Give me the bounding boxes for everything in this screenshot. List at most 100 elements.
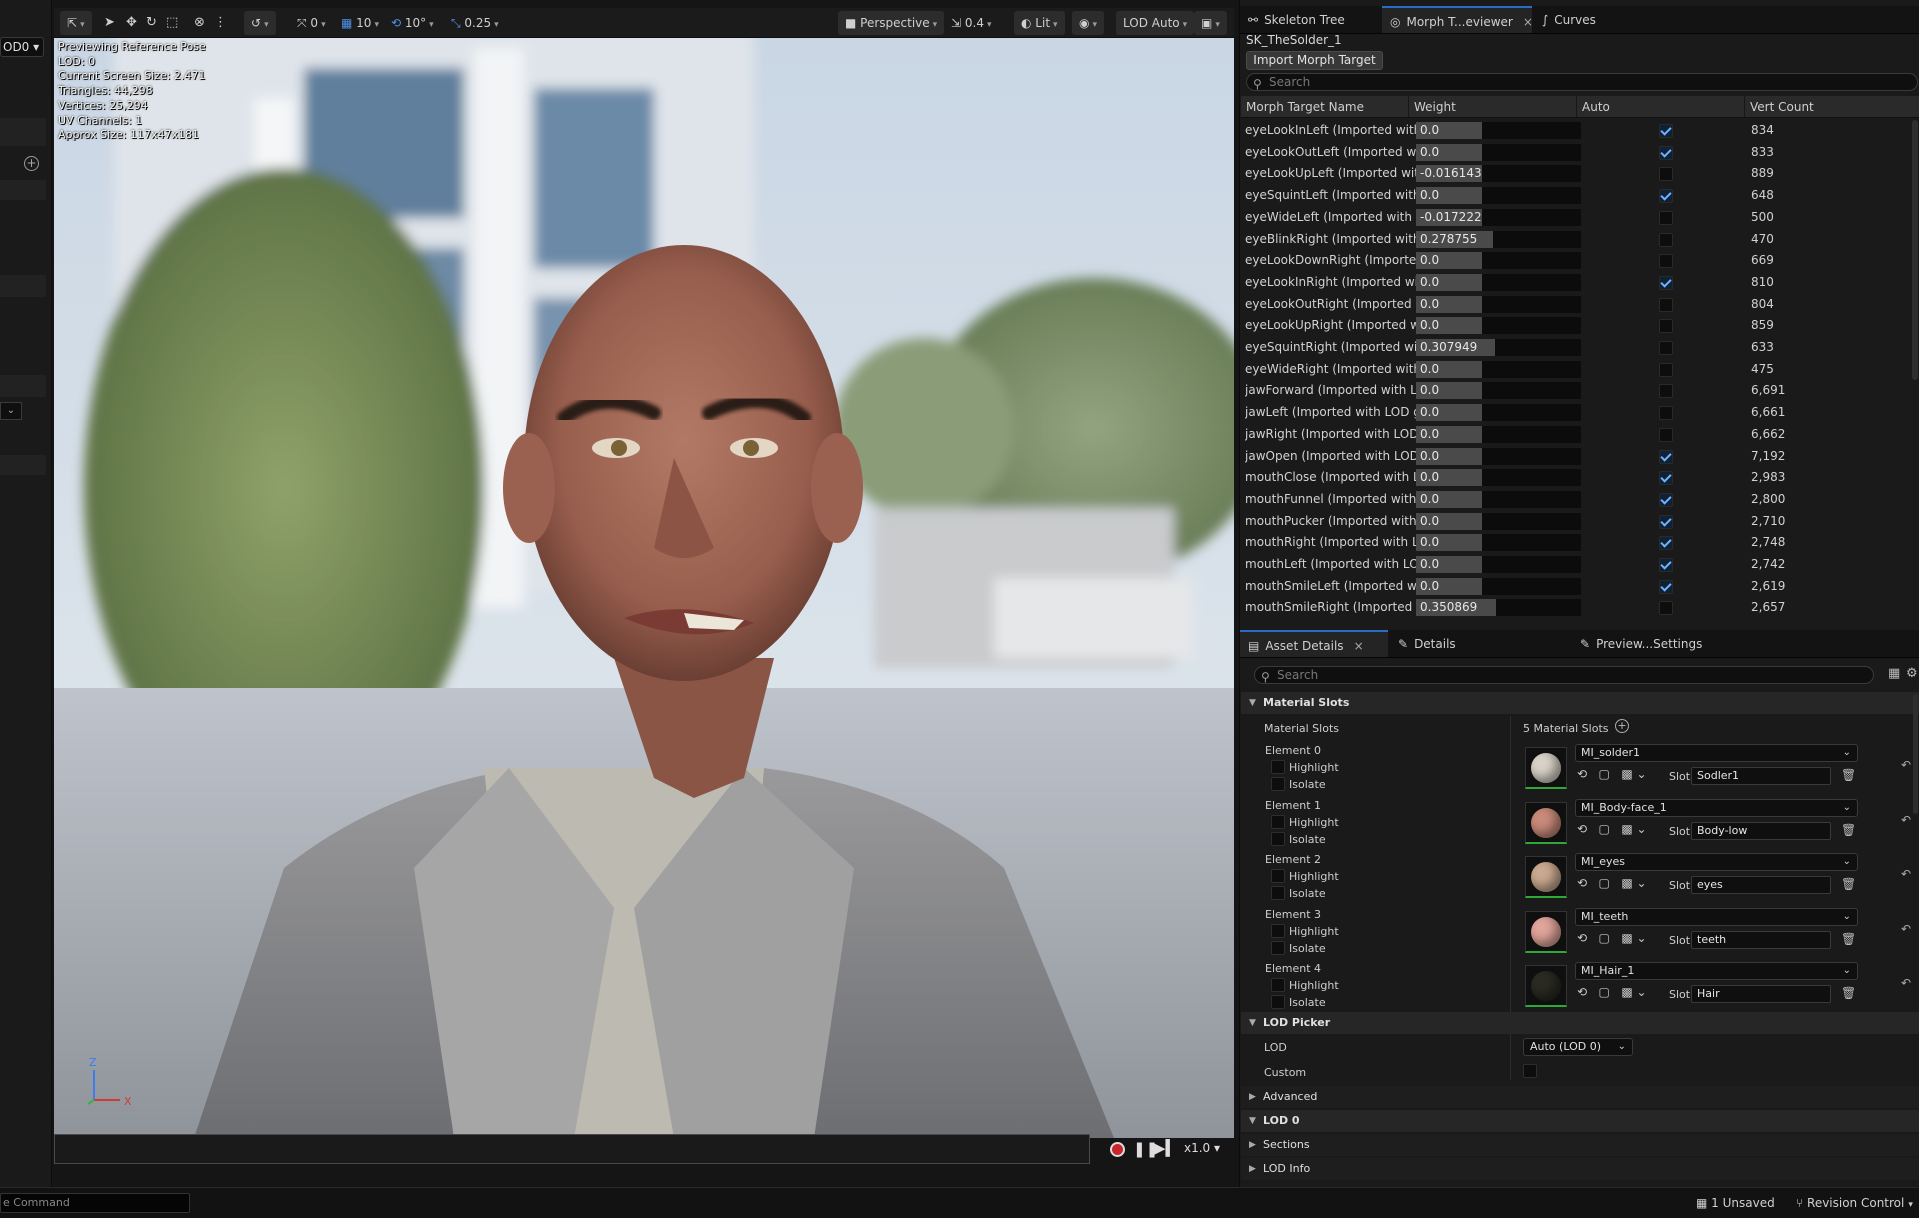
- morph-weight-slider[interactable]: -0.016143: [1416, 165, 1581, 183]
- tab-details[interactable]: ✎ Details: [1390, 630, 1530, 657]
- lod-dropdown[interactable]: OD0 ▾: [0, 37, 44, 57]
- isolate-checkbox[interactable]: [1271, 886, 1285, 900]
- use-selected-icon[interactable]: ⟲: [1577, 985, 1587, 999]
- material-thumbnail[interactable]: [1525, 856, 1567, 898]
- lod0-section-header[interactable]: ▼ LOD 0: [1241, 1110, 1919, 1132]
- morph-row[interactable]: eyeLookDownRight (Imported with LOD geom…: [1241, 250, 1919, 272]
- translate-snap-button[interactable]: ⤧ 0 ▾: [290, 11, 333, 35]
- auto-checkbox[interactable]: [1659, 145, 1673, 160]
- auto-checkbox[interactable]: [1659, 449, 1673, 464]
- view-mode-button[interactable]: ■ Perspective ▾: [838, 11, 945, 35]
- details-scrollbar[interactable]: [1913, 694, 1918, 814]
- auto-checkbox[interactable]: [1659, 471, 1673, 486]
- checker-icon[interactable]: ▩: [1621, 931, 1632, 945]
- scale-icon[interactable]: ⬚: [166, 12, 178, 34]
- trash-icon[interactable]: 🗑: [1841, 986, 1856, 1000]
- tab-asset-details[interactable]: ▤ Asset Details ×: [1240, 630, 1388, 657]
- morph-row[interactable]: eyeLookInLeft (Imported with LOD geometr…: [1241, 120, 1919, 142]
- morph-row[interactable]: mouthPucker (Imported with LOD geometry)…: [1241, 511, 1919, 533]
- advanced-section-header[interactable]: ▶ Advanced: [1241, 1086, 1919, 1108]
- move-icon[interactable]: ✥: [126, 12, 137, 34]
- material-dropdown[interactable]: MI_teeth ⌄: [1575, 907, 1858, 926]
- morph-row[interactable]: eyeLookOutLeft (Imported with LOD geomet…: [1241, 142, 1919, 164]
- morph-row[interactable]: jawForward (Imported with LOD geometry) 0…: [1241, 380, 1919, 402]
- isolate-checkbox[interactable]: [1271, 995, 1285, 1009]
- morph-weight-slider[interactable]: 0.0: [1416, 295, 1581, 313]
- morph-row[interactable]: eyeLookOutRight (Imported with LOD geome…: [1241, 294, 1919, 316]
- add-material-slot-icon[interactable]: +: [1615, 719, 1629, 733]
- material-dropdown[interactable]: MI_solder1 ⌄: [1575, 744, 1858, 762]
- morph-weight-slider[interactable]: 0.0: [1416, 143, 1581, 161]
- auto-checkbox[interactable]: [1659, 579, 1673, 594]
- lod-info-header[interactable]: ▶ LOD Info: [1241, 1158, 1919, 1180]
- select-icon[interactable]: ➤: [104, 12, 115, 34]
- chevron-down-icon[interactable]: ⌄: [1636, 767, 1646, 781]
- grid-view-icon[interactable]: ▦: [1888, 666, 1900, 681]
- checker-icon[interactable]: ▩: [1621, 985, 1632, 999]
- select-mode-button[interactable]: ⇱ ▾: [60, 11, 92, 35]
- morph-weight-slider[interactable]: 0.0: [1416, 122, 1581, 139]
- material-dropdown[interactable]: MI_eyes ⌄: [1575, 853, 1858, 871]
- trash-icon[interactable]: 🗑: [1841, 877, 1856, 891]
- lod-dropdown[interactable]: Auto (LOD 0) ⌄: [1523, 1038, 1633, 1056]
- morph-weight-slider[interactable]: 0.350869: [1416, 599, 1581, 617]
- morph-weight-slider[interactable]: 0.0: [1416, 556, 1581, 573]
- morph-row[interactable]: eyeLookUpLeft (Imported with LOD geometr…: [1241, 163, 1919, 185]
- morph-search-input[interactable]: ⚲ Search: [1246, 73, 1918, 91]
- material-thumbnail[interactable]: [1525, 747, 1567, 789]
- slot-name-input[interactable]: Body-low: [1691, 821, 1831, 840]
- material-dropdown[interactable]: MI_Body-face_1 ⌄: [1575, 798, 1858, 817]
- column-vert-count[interactable]: Vert Count: [1745, 96, 1919, 118]
- column-auto[interactable]: Auto: [1577, 96, 1745, 118]
- morph-weight-slider[interactable]: 0.0: [1416, 512, 1581, 530]
- morph-row[interactable]: eyeBlinkRight (Imported with LOD geometr…: [1241, 229, 1919, 251]
- chevron-down-icon[interactable]: ⌄: [1636, 985, 1646, 999]
- reset-icon[interactable]: ↶: [1901, 976, 1911, 990]
- morph-row[interactable]: eyeLookInRight (Imported with LOD geomet…: [1241, 272, 1919, 294]
- close-icon[interactable]: ×: [1354, 639, 1364, 653]
- viewport-render[interactable]: Z X: [54, 8, 1234, 1138]
- slot-name-input[interactable]: Hair: [1691, 985, 1831, 1003]
- timeline-scrubber[interactable]: [54, 1134, 1090, 1164]
- record-icon[interactable]: [1110, 1142, 1125, 1157]
- show-flags-button[interactable]: ◉ ▾: [1072, 11, 1105, 35]
- use-selected-icon[interactable]: ⟲: [1577, 822, 1587, 836]
- morph-weight-slider[interactable]: 0.0: [1416, 577, 1581, 595]
- morph-row[interactable]: mouthRight (Imported with LOD geometry) 0…: [1241, 532, 1919, 554]
- morph-row[interactable]: eyeLookUpRight (Imported with LOD geomet…: [1241, 315, 1919, 337]
- highlight-checkbox[interactable]: [1271, 978, 1285, 992]
- unsaved-indicator[interactable]: ▦ 1 Unsaved: [1696, 1196, 1775, 1210]
- 3d-viewport[interactable]: Z X ⇱ ▾ ➤ ✥ ↻ ⬚ ⊗ ⋮ ↺ ▾ ⤧ 0 ▾ ▦ 10 ▾ ⟲ 10° ▾ …: [54, 8, 1234, 1138]
- chevron-down-icon[interactable]: ⌄: [1636, 931, 1646, 945]
- morph-row[interactable]: jawOpen (Imported with LOD geometry) 0.0 7…: [1241, 446, 1919, 468]
- surface-snap-button[interactable]: ↺ ▾: [244, 11, 276, 35]
- auto-checkbox[interactable]: [1659, 167, 1673, 182]
- rotate-icon[interactable]: ↻: [146, 12, 157, 34]
- morph-weight-slider[interactable]: 0.0: [1416, 252, 1581, 270]
- auto-checkbox[interactable]: [1659, 189, 1673, 204]
- isolate-checkbox[interactable]: [1271, 777, 1285, 791]
- use-selected-icon[interactable]: ⟲: [1577, 876, 1587, 890]
- isolate-checkbox[interactable]: [1271, 831, 1285, 846]
- slot-name-input[interactable]: teeth: [1691, 930, 1831, 949]
- command-input[interactable]: e Command: [0, 1193, 190, 1213]
- checker-icon[interactable]: ▩: [1621, 822, 1632, 836]
- auto-checkbox[interactable]: [1659, 254, 1673, 269]
- morph-weight-slider[interactable]: 0.0: [1416, 187, 1581, 205]
- morph-row[interactable]: mouthFunnel (Imported with LOD geometry)…: [1241, 489, 1919, 511]
- playback-speed-dropdown[interactable]: x1.0 ▾: [1184, 1141, 1220, 1155]
- auto-checkbox[interactable]: [1659, 210, 1673, 225]
- local-space-icon[interactable]: ⊗: [194, 12, 205, 34]
- morph-weight-slider[interactable]: 0.0: [1416, 317, 1581, 335]
- camera-speed-button[interactable]: ⇲ 0.4 ▾: [944, 11, 999, 35]
- material-dropdown[interactable]: MI_Hair_1 ⌄: [1575, 962, 1858, 980]
- highlight-checkbox[interactable]: [1271, 923, 1285, 938]
- morph-weight-slider[interactable]: 0.0: [1416, 404, 1581, 422]
- morph-weight-slider[interactable]: -0.017222: [1416, 208, 1581, 226]
- material-thumbnail[interactable]: [1525, 910, 1567, 953]
- auto-checkbox[interactable]: [1659, 601, 1673, 616]
- morph-row[interactable]: eyeSquintRight (Imported with LOD geomet…: [1241, 337, 1919, 359]
- morph-weight-slider[interactable]: 0.0: [1416, 360, 1581, 378]
- auto-checkbox[interactable]: [1659, 536, 1673, 551]
- tab-preview-settings[interactable]: ✎ Preview...Settings: [1530, 630, 1710, 657]
